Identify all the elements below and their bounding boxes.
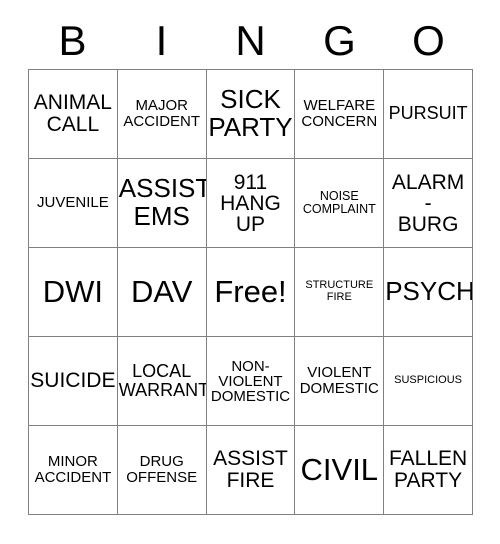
bingo-cell-label: ASSIST FIRE xyxy=(213,446,288,492)
bingo-cell-i3[interactable]: DAV xyxy=(117,248,207,337)
bingo-cell-label: ANIMAL CALL xyxy=(33,90,112,136)
bingo-cell-label: PSYCH xyxy=(385,276,473,307)
bingo-header-letter-g: G xyxy=(323,16,356,64)
bingo-cell-label: PURSUIT xyxy=(388,103,468,124)
bingo-cell-b4[interactable]: SUICIDE xyxy=(29,337,118,426)
bingo-cell-i5[interactable]: DRUG OFFENSE xyxy=(117,426,207,515)
bingo-cell-g5[interactable]: CIVIL xyxy=(295,426,385,515)
bingo-cell-i2[interactable]: ASSIST EMS xyxy=(117,159,207,248)
bingo-cell-i1[interactable]: MAJOR ACCIDENT xyxy=(117,70,207,159)
bingo-cell-label: SICK PARTY xyxy=(208,84,293,142)
bingo-header-letter-b: B xyxy=(58,16,87,64)
bingo-header-letter-i: I xyxy=(155,16,168,64)
bingo-grid: ANIMAL CALL MAJOR ACCIDENT SICK PARTY WE… xyxy=(28,69,473,515)
bingo-cell-n2[interactable]: 911 HANG UP xyxy=(206,159,296,248)
bingo-cell-label: NOISE COMPLAINT xyxy=(302,188,376,216)
bingo-header-letter-n: N xyxy=(235,16,266,64)
bingo-cell-n5[interactable]: ASSIST FIRE xyxy=(206,426,296,515)
bingo-cell-b2[interactable]: JUVENILE xyxy=(29,159,118,248)
bingo-cell-i4[interactable]: LOCAL WARRANT xyxy=(117,337,207,426)
bingo-cell-o2[interactable]: ALARM - BURG xyxy=(384,159,473,248)
bingo-header-letter-o: O xyxy=(412,16,445,64)
bingo-cell-label: 911 HANG UP xyxy=(220,170,281,236)
bingo-cell-label: STRUCTURE FIRE xyxy=(305,279,374,303)
bingo-cell-n1[interactable]: SICK PARTY xyxy=(206,70,296,159)
bingo-cell-label: WELFARE CONCERN xyxy=(301,97,378,130)
bingo-card: B I N G O ANIMAL CALL MAJOR ACCIDENT SIC… xyxy=(0,0,500,544)
bingo-cell-label: JUVENILE xyxy=(37,194,109,212)
bingo-cell-label: DWI xyxy=(42,273,104,309)
bingo-cell-g4[interactable]: VIOLENT DOMESTIC xyxy=(295,337,385,426)
bingo-cell-n4[interactable]: NON- VIOLENT DOMESTIC xyxy=(206,337,296,426)
bingo-cell-o3[interactable]: PSYCH xyxy=(384,248,473,337)
bingo-cell-b5[interactable]: MINOR ACCIDENT xyxy=(29,426,118,515)
bingo-cell-b1[interactable]: ANIMAL CALL xyxy=(29,70,118,159)
bingo-cell-label: SUSPICIOUS xyxy=(394,374,463,387)
bingo-cell-label: NON- VIOLENT DOMESTIC xyxy=(210,357,291,405)
bingo-cell-label: VIOLENT DOMESTIC xyxy=(299,364,379,397)
bingo-cell-g3[interactable]: STRUCTURE FIRE xyxy=(295,248,385,337)
bingo-cell-label: MAJOR ACCIDENT xyxy=(123,97,201,130)
bingo-cell-label: FALLEN PARTY xyxy=(388,446,468,492)
bingo-header-row: B I N G O xyxy=(28,12,473,69)
bingo-cell-label: MINOR ACCIDENT xyxy=(34,453,112,486)
bingo-cell-label: DAV xyxy=(130,273,193,309)
bingo-cell-g2[interactable]: NOISE COMPLAINT xyxy=(295,159,385,248)
bingo-cell-g1[interactable]: WELFARE CONCERN xyxy=(295,70,385,159)
bingo-cell-label: SUICIDE xyxy=(30,368,116,392)
bingo-cell-label: ASSIST EMS xyxy=(118,173,207,231)
bingo-cell-label: CIVIL xyxy=(300,451,379,487)
bingo-cell-o5[interactable]: FALLEN PARTY xyxy=(384,426,473,515)
bingo-cell-label: DRUG OFFENSE xyxy=(126,453,198,486)
bingo-cell-o4[interactable]: SUSPICIOUS xyxy=(384,337,473,426)
bingo-cell-o1[interactable]: PURSUIT xyxy=(384,70,473,159)
bingo-cell-b3[interactable]: DWI xyxy=(29,248,118,337)
bingo-cell-free-space[interactable]: Free! xyxy=(206,248,296,337)
bingo-free-space-label: Free! xyxy=(214,273,287,309)
bingo-cell-label: LOCAL WARRANT xyxy=(118,360,207,400)
bingo-cell-label: ALARM - BURG xyxy=(391,170,465,236)
